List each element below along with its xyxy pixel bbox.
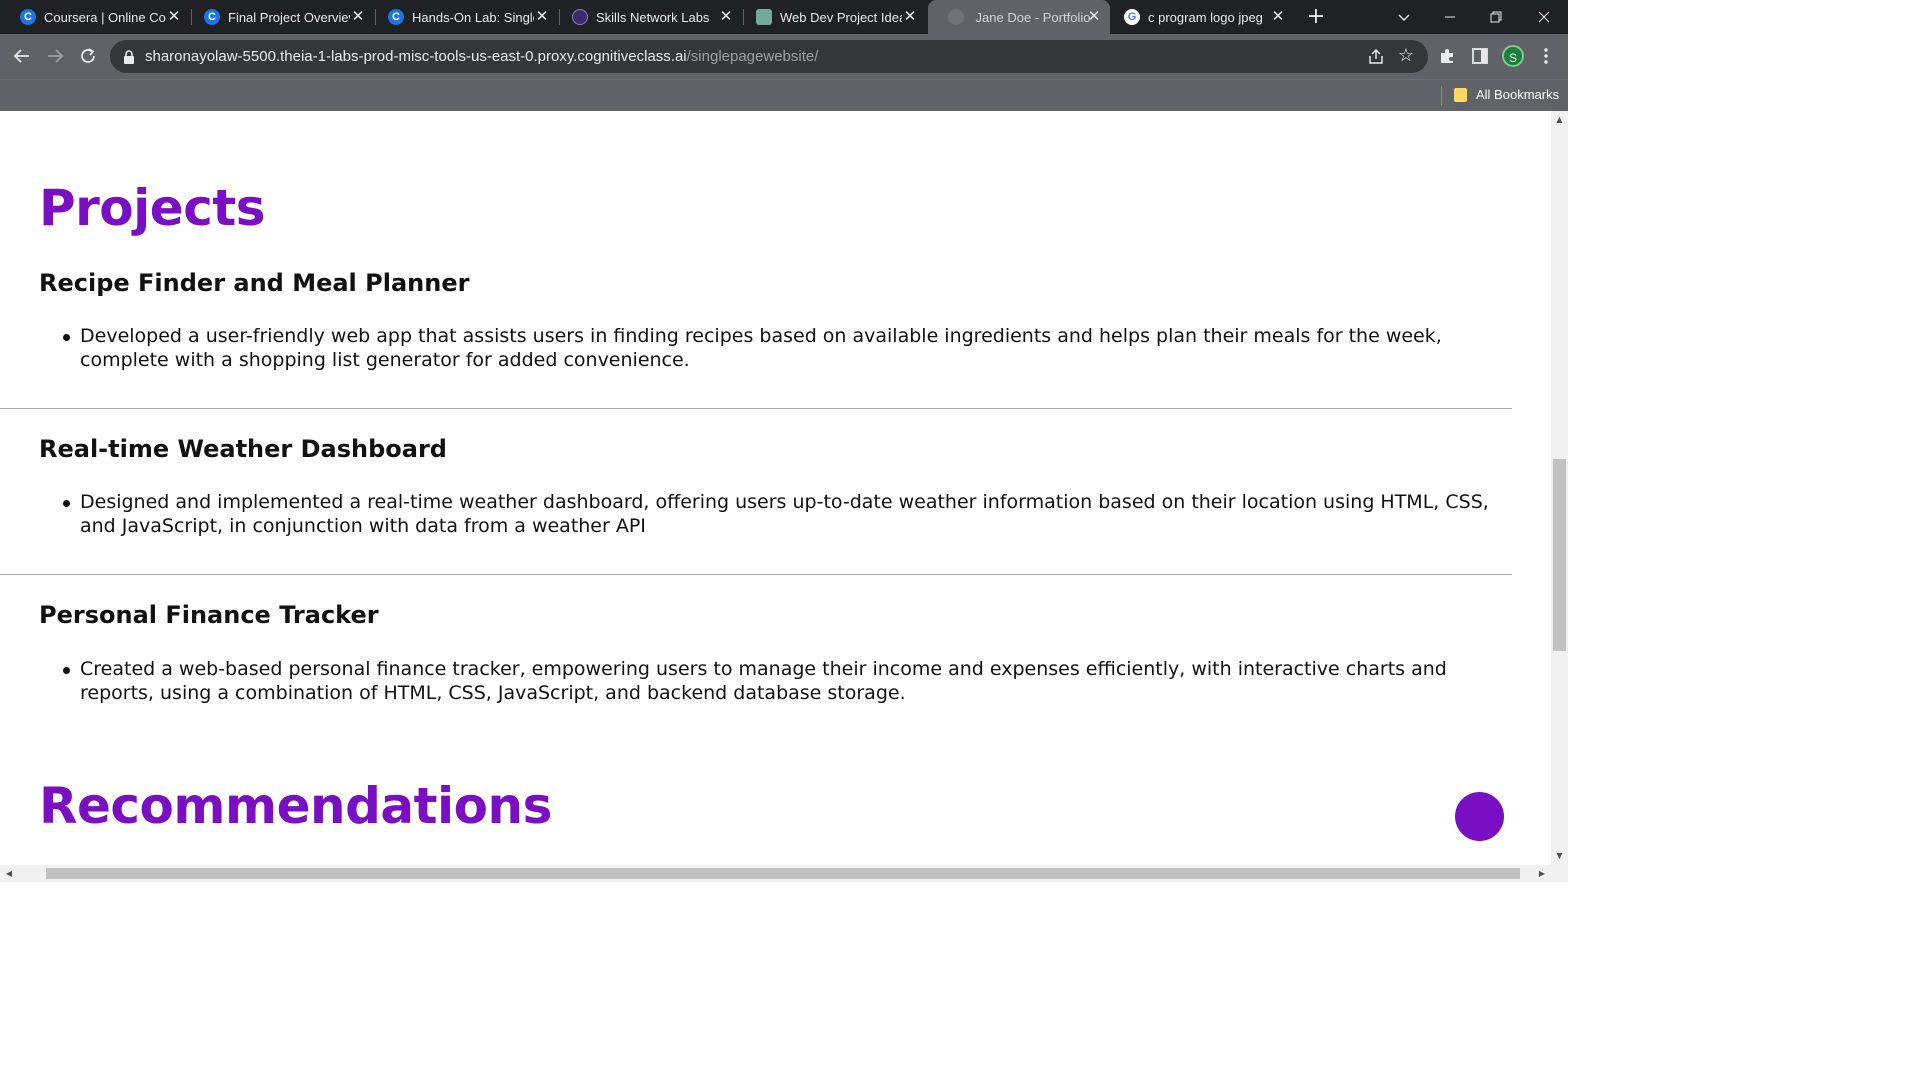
minimize-button[interactable] xyxy=(1427,0,1473,34)
tab-title: Web Dev Project Ideas xyxy=(780,9,902,25)
vertical-scrollbar[interactable]: ▲ ▼ xyxy=(1551,111,1568,865)
close-icon[interactable]: ✕ xyxy=(718,9,734,25)
project-description: Created a web-based personal finance tra… xyxy=(63,657,1490,705)
horizontal-scrollbar[interactable]: ◀ ▶ xyxy=(0,865,1568,882)
profile-avatar[interactable]: S xyxy=(1502,45,1524,67)
chatgpt-icon xyxy=(756,9,772,25)
tab-title: Jane Doe - Portfolio xyxy=(975,9,1091,25)
restore-button[interactable] xyxy=(1473,0,1519,34)
close-window-button[interactable] xyxy=(1521,0,1567,34)
project-title: Recipe Finder and Meal Planner xyxy=(39,269,470,297)
horizontal-scroll-thumb[interactable] xyxy=(46,868,1520,879)
close-icon[interactable]: ✕ xyxy=(1086,9,1102,25)
extensions-button[interactable] xyxy=(1436,45,1458,67)
scroll-right-arrow-icon[interactable]: ▶ xyxy=(1535,865,1549,882)
bookmark-star-icon[interactable]: ☆ xyxy=(1396,46,1416,66)
side-panel-button[interactable] xyxy=(1469,45,1491,67)
coursera-icon: C xyxy=(20,9,36,25)
coursera-icon: C xyxy=(204,9,220,25)
tab-title: Hands-On Lab: Single xyxy=(412,9,534,25)
tab-title: Skills Network Labs xyxy=(596,9,710,25)
close-icon xyxy=(1538,11,1550,23)
scroll-down-arrow-icon[interactable]: ▼ xyxy=(1551,849,1568,863)
project-description: Developed a user-friendly web app that a… xyxy=(63,324,1490,372)
section-divider xyxy=(0,408,1512,409)
minimize-icon xyxy=(1445,16,1455,18)
share-icon[interactable] xyxy=(1366,47,1386,67)
restore-icon xyxy=(1490,11,1502,23)
bookmarks-separator xyxy=(1441,86,1442,106)
new-tab-button[interactable]: + xyxy=(1303,4,1329,30)
scroll-left-arrow-icon[interactable]: ◀ xyxy=(2,865,16,882)
tab-skills-network[interactable]: Skills Network Labs ✕ xyxy=(552,0,742,34)
tab-title: Final Project Overview xyxy=(228,9,350,25)
close-icon[interactable]: ✕ xyxy=(902,9,918,25)
puzzle-icon xyxy=(1441,49,1453,63)
back-button[interactable] xyxy=(8,42,36,70)
url-host: sharonayolaw-5500.theia-1-labs-prod-misc… xyxy=(145,48,687,65)
tab-title: Coursera | Online Courses xyxy=(44,9,166,25)
url-text[interactable]: sharonayolaw-5500.theia-1-labs-prod-misc… xyxy=(145,48,818,65)
recommendations-heading: Recommendations xyxy=(39,777,552,835)
page-viewport: Projects Recipe Finder and Meal Planner … xyxy=(0,111,1551,865)
tab-title: c program logo jpeg xyxy=(1148,9,1263,25)
tab-search-button[interactable] xyxy=(1381,0,1427,34)
globe-icon xyxy=(948,9,964,25)
vertical-scroll-thumb[interactable] xyxy=(1553,459,1566,651)
scroll-up-arrow-icon[interactable]: ▲ xyxy=(1551,113,1568,127)
section-divider xyxy=(0,574,1512,575)
close-icon[interactable]: ✕ xyxy=(166,9,182,25)
skills-network-icon xyxy=(572,9,588,25)
tab-google-search[interactable]: G c program logo jpeg ✕ xyxy=(1104,0,1294,34)
tab-hands-on-lab[interactable]: C Hands-On Lab: Single ✕ xyxy=(368,0,558,34)
forward-button[interactable] xyxy=(41,42,69,70)
bookmarks-bar: All Bookmarks xyxy=(0,79,1568,111)
side-panel-icon xyxy=(1472,48,1488,64)
reload-button[interactable] xyxy=(74,42,102,70)
floating-action-button[interactable] xyxy=(1455,792,1504,841)
coursera-icon: C xyxy=(388,9,404,25)
tab-jane-doe-portfolio[interactable]: Jane Doe - Portfolio ✕ xyxy=(928,0,1110,34)
tab-web-dev-ideas[interactable]: Web Dev Project Ideas ✕ xyxy=(736,0,926,34)
address-bar[interactable]: sharonayolaw-5500.theia-1-labs-prod-misc… xyxy=(110,40,1428,73)
lock-icon[interactable] xyxy=(122,49,136,65)
chevron-down-icon xyxy=(1398,14,1410,21)
project-title: Real-time Weather Dashboard xyxy=(39,435,447,463)
arrow-left-icon xyxy=(13,49,29,63)
tab-coursera[interactable]: C Coursera | Online Courses ✕ xyxy=(0,0,190,34)
projects-heading: Projects xyxy=(39,179,266,237)
project-title: Personal Finance Tracker xyxy=(39,601,379,629)
browser-toolbar: sharonayolaw-5500.theia-1-labs-prod-misc… xyxy=(0,34,1568,79)
tab-final-project[interactable]: C Final Project Overview ✕ xyxy=(184,0,374,34)
tab-strip: C Coursera | Online Courses ✕ C Final Pr… xyxy=(0,0,1568,34)
reload-icon xyxy=(81,48,95,63)
browser-menu-button[interactable] xyxy=(1535,45,1557,67)
close-icon[interactable]: ✕ xyxy=(1270,9,1286,25)
url-path: /singlepagewebsite/ xyxy=(686,48,819,65)
folder-icon xyxy=(1454,88,1467,102)
google-icon: G xyxy=(1124,9,1140,25)
close-icon[interactable]: ✕ xyxy=(534,9,550,25)
more-vertical-icon xyxy=(1544,48,1548,64)
close-icon[interactable]: ✕ xyxy=(350,9,366,25)
all-bookmarks-button[interactable]: All Bookmarks xyxy=(1476,87,1559,102)
arrow-right-icon xyxy=(48,49,64,63)
project-description: Designed and implemented a real-time wea… xyxy=(63,491,1489,537)
